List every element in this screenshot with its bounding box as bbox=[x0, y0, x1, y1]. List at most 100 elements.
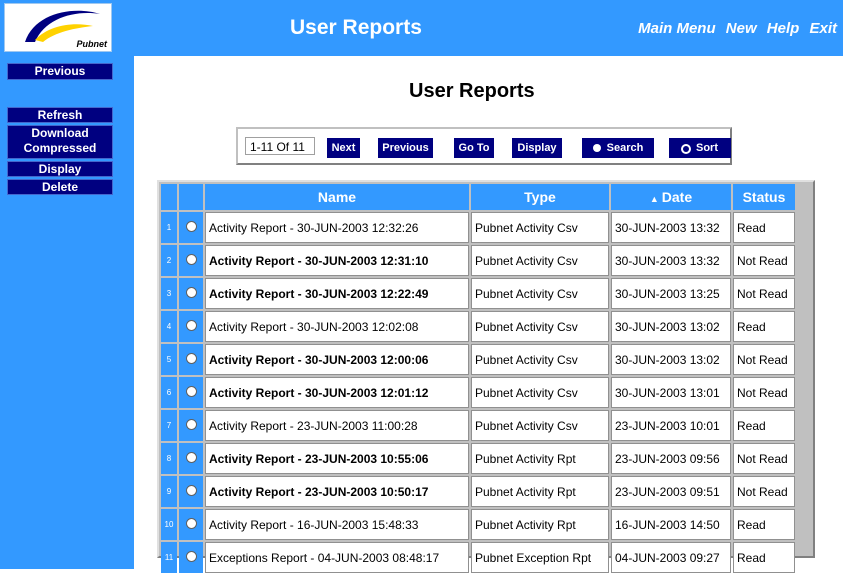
new-link[interactable]: New bbox=[726, 20, 757, 37]
report-type-cell: Pubnet Activity Csv bbox=[471, 344, 609, 375]
table-row[interactable]: 11 Exceptions Report - 04-JUN-2003 08:48:… bbox=[161, 542, 795, 573]
radio-button-icon[interactable] bbox=[185, 220, 197, 232]
table-row[interactable]: 9 Activity Report - 23-JUN-2003 10:50:17 P… bbox=[161, 476, 795, 507]
table-row[interactable]: 4 Activity Report - 30-JUN-2003 12:02:08 P… bbox=[161, 311, 795, 342]
sort-button[interactable]: Sort bbox=[669, 138, 731, 158]
main-menu-link[interactable]: Main Menu bbox=[638, 20, 716, 37]
table-row[interactable]: 1 Activity Report - 30-JUN-2003 12:32:26 P… bbox=[161, 212, 795, 243]
report-status-cell: Read bbox=[733, 509, 795, 540]
radio-button-icon[interactable] bbox=[185, 550, 197, 562]
table-body: 1 Activity Report - 30-JUN-2003 12:32:26 P… bbox=[161, 212, 795, 573]
table-row[interactable]: 3 Activity Report - 30-JUN-2003 12:22:49 P… bbox=[161, 278, 795, 309]
radio-button-icon[interactable] bbox=[185, 319, 197, 331]
row-select-radio[interactable] bbox=[179, 212, 203, 243]
report-status-cell: Not Read bbox=[733, 344, 795, 375]
report-status-cell: Not Read bbox=[733, 443, 795, 474]
radio-button-icon[interactable] bbox=[185, 385, 197, 397]
report-name-cell: Activity Report - 30-JUN-2003 12:00:06 bbox=[205, 344, 469, 375]
table-header-row: Name Type ▲ Date Status bbox=[161, 184, 795, 210]
date-header[interactable]: ▲ Date bbox=[611, 184, 731, 210]
num-header bbox=[161, 184, 177, 210]
status-header[interactable]: Status bbox=[733, 184, 795, 210]
row-number: 2 bbox=[161, 245, 177, 276]
radio-button-icon[interactable] bbox=[185, 451, 197, 463]
next-button[interactable]: Next bbox=[327, 138, 360, 158]
row-number: 7 bbox=[161, 410, 177, 441]
report-date-cell: 23-JUN-2003 10:01 bbox=[611, 410, 731, 441]
table-row[interactable]: 10 Activity Report - 16-JUN-2003 15:48:33… bbox=[161, 509, 795, 540]
row-number: 4 bbox=[161, 311, 177, 342]
row-select-radio[interactable] bbox=[179, 542, 203, 573]
report-status-cell: Not Read bbox=[733, 278, 795, 309]
report-type-cell: Pubnet Activity Rpt bbox=[471, 476, 609, 507]
table-row[interactable]: 7 Activity Report - 23-JUN-2003 11:00:28 P… bbox=[161, 410, 795, 441]
delete-button[interactable]: Delete bbox=[7, 179, 113, 195]
display-button[interactable]: Display bbox=[7, 161, 113, 177]
row-select-radio[interactable] bbox=[179, 509, 203, 540]
row-select-radio[interactable] bbox=[179, 344, 203, 375]
row-number: 10 bbox=[161, 509, 177, 540]
radio-button-icon[interactable] bbox=[185, 286, 197, 298]
row-select-radio[interactable] bbox=[179, 377, 203, 408]
nav-previous-button[interactable]: Previous bbox=[378, 138, 433, 158]
refresh-button[interactable]: Refresh bbox=[7, 107, 113, 123]
table-row[interactable]: 6 Activity Report - 30-JUN-2003 12:01:12 P… bbox=[161, 377, 795, 408]
row-select-radio[interactable] bbox=[179, 311, 203, 342]
navigation-bar: 1-11 Of 11 Next Previous Go To Display S… bbox=[236, 127, 732, 165]
report-type-cell: Pubnet Activity Csv bbox=[471, 377, 609, 408]
report-type-cell: Pubnet Activity Rpt bbox=[471, 509, 609, 540]
report-name-cell: Activity Report - 30-JUN-2003 12:32:26 bbox=[205, 212, 469, 243]
row-select-radio[interactable] bbox=[179, 278, 203, 309]
row-number: 9 bbox=[161, 476, 177, 507]
type-header[interactable]: Type bbox=[471, 184, 609, 210]
download-compressed-button[interactable]: Download Compressed bbox=[7, 125, 113, 159]
name-header[interactable]: Name bbox=[205, 184, 469, 210]
radio-button-icon[interactable] bbox=[185, 484, 197, 496]
report-status-cell: Read bbox=[733, 212, 795, 243]
logo-text: Pubnet bbox=[76, 39, 108, 49]
radio-button-icon[interactable] bbox=[185, 517, 197, 529]
reports-table: Name Type ▲ Date Status 1 Activity Report … bbox=[159, 182, 797, 575]
table-row[interactable]: 8 Activity Report - 23-JUN-2003 10:55:06 P… bbox=[161, 443, 795, 474]
range-display: 1-11 Of 11 bbox=[245, 137, 315, 155]
report-status-cell: Read bbox=[733, 542, 795, 573]
search-radio-icon bbox=[592, 144, 601, 152]
report-name-cell: Exceptions Report - 04-JUN-2003 08:48:17 bbox=[205, 542, 469, 573]
report-status-cell: Read bbox=[733, 410, 795, 441]
report-name-cell: Activity Report - 23-JUN-2003 10:50:17 bbox=[205, 476, 469, 507]
row-select-radio[interactable] bbox=[179, 410, 203, 441]
report-date-cell: 30-JUN-2003 13:32 bbox=[611, 212, 731, 243]
table-row[interactable]: 2 Activity Report - 30-JUN-2003 12:31:10 P… bbox=[161, 245, 795, 276]
report-name-cell: Activity Report - 30-JUN-2003 12:22:49 bbox=[205, 278, 469, 309]
help-link[interactable]: Help bbox=[767, 20, 800, 37]
sort-label: Sort bbox=[696, 142, 718, 154]
row-select-radio[interactable] bbox=[179, 245, 203, 276]
report-name-cell: Activity Report - 30-JUN-2003 12:31:10 bbox=[205, 245, 469, 276]
pubnet-logo[interactable]: Pubnet bbox=[4, 3, 112, 52]
report-status-cell: Not Read bbox=[733, 377, 795, 408]
nav-display-button[interactable]: Display bbox=[512, 138, 562, 158]
row-select-radio[interactable] bbox=[179, 476, 203, 507]
exit-link[interactable]: Exit bbox=[809, 20, 837, 37]
report-name-cell: Activity Report - 30-JUN-2003 12:02:08 bbox=[205, 311, 469, 342]
top-bar: Pubnet User Reports Main Menu New Help E… bbox=[0, 0, 843, 56]
report-name-cell: Activity Report - 30-JUN-2003 12:01:12 bbox=[205, 377, 469, 408]
report-name-cell: Activity Report - 23-JUN-2003 11:00:28 bbox=[205, 410, 469, 441]
previous-button[interactable]: Previous bbox=[7, 63, 113, 80]
sidebar: Previous Refresh Download Compressed Dis… bbox=[0, 56, 134, 569]
report-date-cell: 30-JUN-2003 13:01 bbox=[611, 377, 731, 408]
radio-button-icon[interactable] bbox=[185, 418, 197, 430]
download-label: Download bbox=[31, 126, 89, 140]
table-row[interactable]: 5 Activity Report - 30-JUN-2003 12:00:06 P… bbox=[161, 344, 795, 375]
radio-button-icon[interactable] bbox=[185, 352, 197, 364]
goto-button[interactable]: Go To bbox=[454, 138, 494, 158]
row-number: 11 bbox=[161, 542, 177, 573]
sort-ascending-icon: ▲ bbox=[649, 194, 659, 204]
row-select-radio[interactable] bbox=[179, 443, 203, 474]
search-button[interactable]: Search bbox=[582, 138, 654, 158]
row-number: 3 bbox=[161, 278, 177, 309]
report-name-cell: Activity Report - 16-JUN-2003 15:48:33 bbox=[205, 509, 469, 540]
radio-button-icon[interactable] bbox=[185, 253, 197, 265]
report-type-cell: Pubnet Activity Csv bbox=[471, 278, 609, 309]
report-status-cell: Not Read bbox=[733, 476, 795, 507]
